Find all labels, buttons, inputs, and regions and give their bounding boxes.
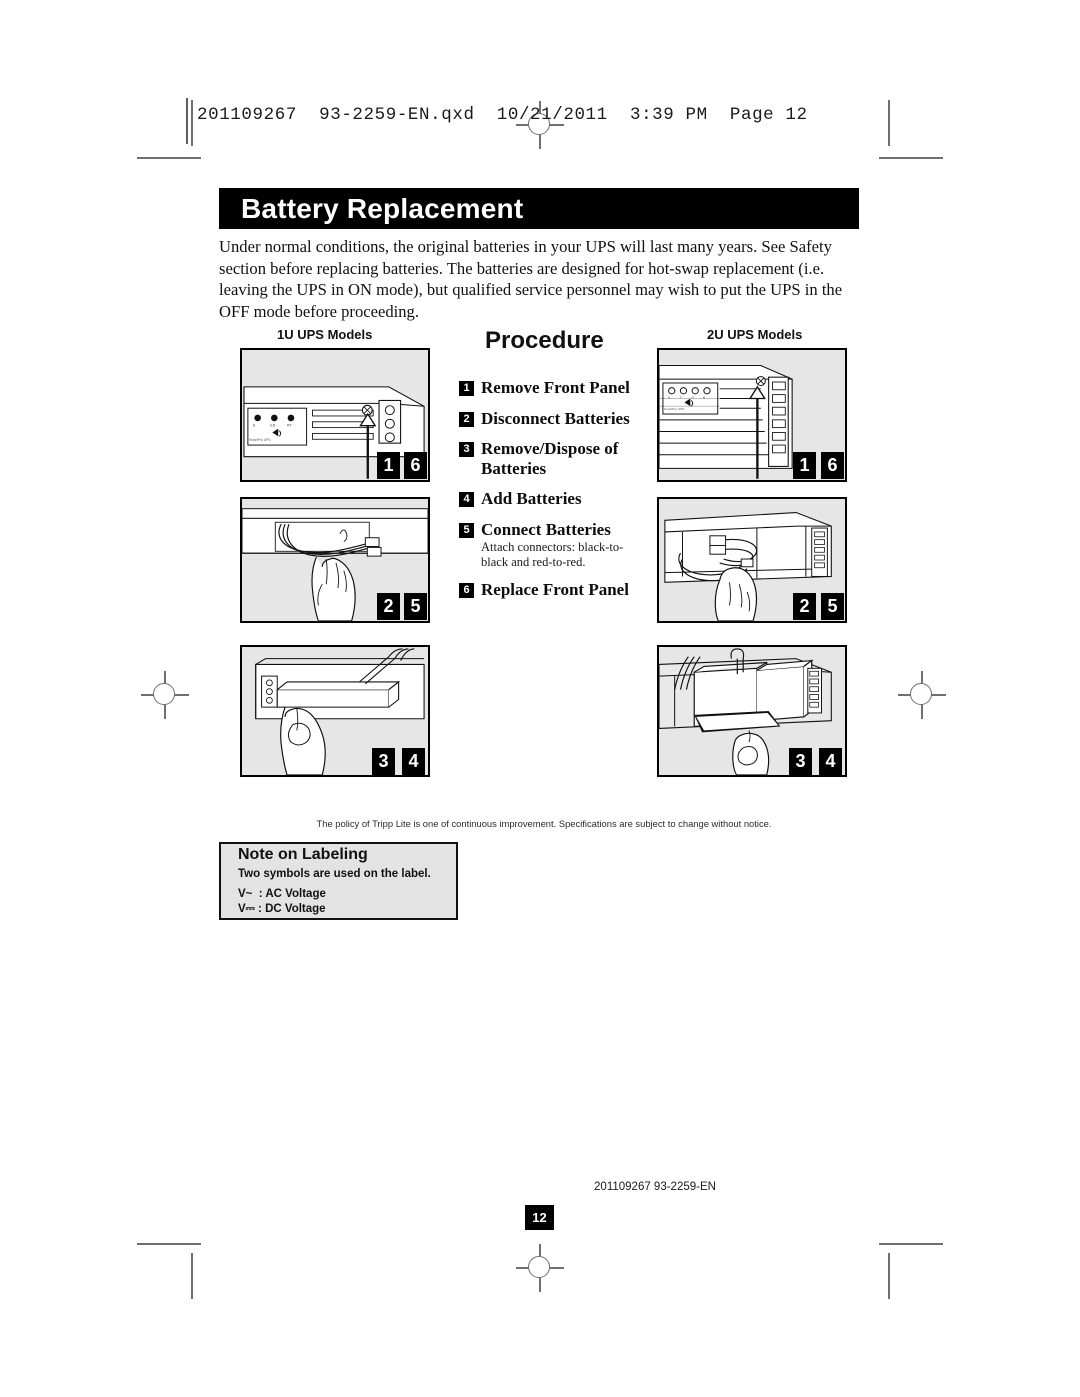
document-page: Battery Replacement Under normal conditi… [0, 0, 1080, 1397]
step-label: Disconnect Batteries [481, 408, 630, 428]
step-number-badge: 6 [459, 583, 474, 598]
footer-document-code: 201109267 93-2259-EN [594, 1181, 716, 1193]
procedure-step: 4 Add Batteries [459, 489, 645, 509]
procedure-step: 6 Replace Front Panel [459, 580, 645, 600]
procedure-step: 2 Disconnect Batteries [459, 409, 645, 429]
panel-badge: 3 [372, 748, 395, 775]
page-number-badge: 12 [525, 1205, 554, 1230]
svg-text:SmartPro UPS: SmartPro UPS [664, 407, 684, 411]
panel-badge: 6 [821, 452, 844, 479]
note-box-dc-symbol-line: V⎓ : DC Voltage [238, 903, 326, 915]
panel-badge: 5 [404, 593, 427, 620]
procedure-step: 1 Remove Front Panel [459, 378, 645, 398]
step-label: Remove Front Panel [481, 378, 630, 397]
illustration-2u-step1: U T O B SmartPro UPS [657, 348, 847, 482]
step-number-badge: 1 [459, 381, 474, 396]
step-number-badge: 4 [459, 492, 474, 507]
illustration-1u-step2 [240, 497, 430, 623]
procedure-step: 5 Connect Batteries Attach connectors: b… [459, 520, 645, 570]
illustration-1u-step1: U ES RT SmartPro UPS [240, 348, 430, 482]
page-title: Battery Replacement [241, 193, 524, 224]
note-box-subtitle: Two symbols are used on the label. [238, 868, 431, 880]
svg-text:SmartPro UPS: SmartPro UPS [249, 438, 272, 442]
note-box-title: Note on Labeling [238, 846, 368, 863]
step-label: Remove/Dispose of Batteries [481, 439, 619, 478]
svg-text:B: B [703, 396, 705, 400]
procedure-step-list: 1 Remove Front Panel 2 Disconnect Batter… [459, 378, 645, 611]
svg-text:ES: ES [270, 424, 275, 428]
step-label: Replace Front Panel [481, 580, 629, 599]
svg-text:T: T [680, 396, 682, 400]
column-label-2u: 2U UPS Models [707, 327, 803, 342]
svg-text:U: U [668, 396, 670, 400]
procedure-heading: Procedure [485, 327, 604, 354]
procedure-step: 3 Remove/Dispose of Batteries [459, 439, 645, 478]
step-number-badge: 3 [459, 442, 474, 457]
illustration-2u-step2 [657, 497, 847, 623]
step-number-badge: 5 [459, 522, 474, 538]
policy-note: The policy of Tripp Lite is one of conti… [316, 818, 772, 829]
step-sub-text: Attach connectors: black-to-black and re… [481, 540, 624, 569]
panel-badge: 3 [789, 748, 812, 775]
step-number-badge: 2 [459, 411, 474, 427]
panel-badge: 1 [793, 452, 816, 479]
panel-badge: 5 [821, 593, 844, 620]
panel-badge: 2 [377, 593, 400, 620]
column-label-1u: 1U UPS Models [277, 327, 373, 342]
panel-badge: 6 [404, 452, 427, 479]
panel-badge: 4 [402, 748, 425, 775]
panel-badge: 4 [819, 748, 842, 775]
intro-paragraph: Under normal conditions, the original ba… [219, 237, 843, 321]
panel-badge: 2 [793, 593, 816, 620]
panel-badge: 1 [377, 452, 400, 479]
step-label: Add Batteries [481, 489, 582, 508]
step-label: Connect Batteries [481, 519, 611, 539]
note-box-ac-symbol-line: V~ : AC Voltage [238, 888, 326, 900]
